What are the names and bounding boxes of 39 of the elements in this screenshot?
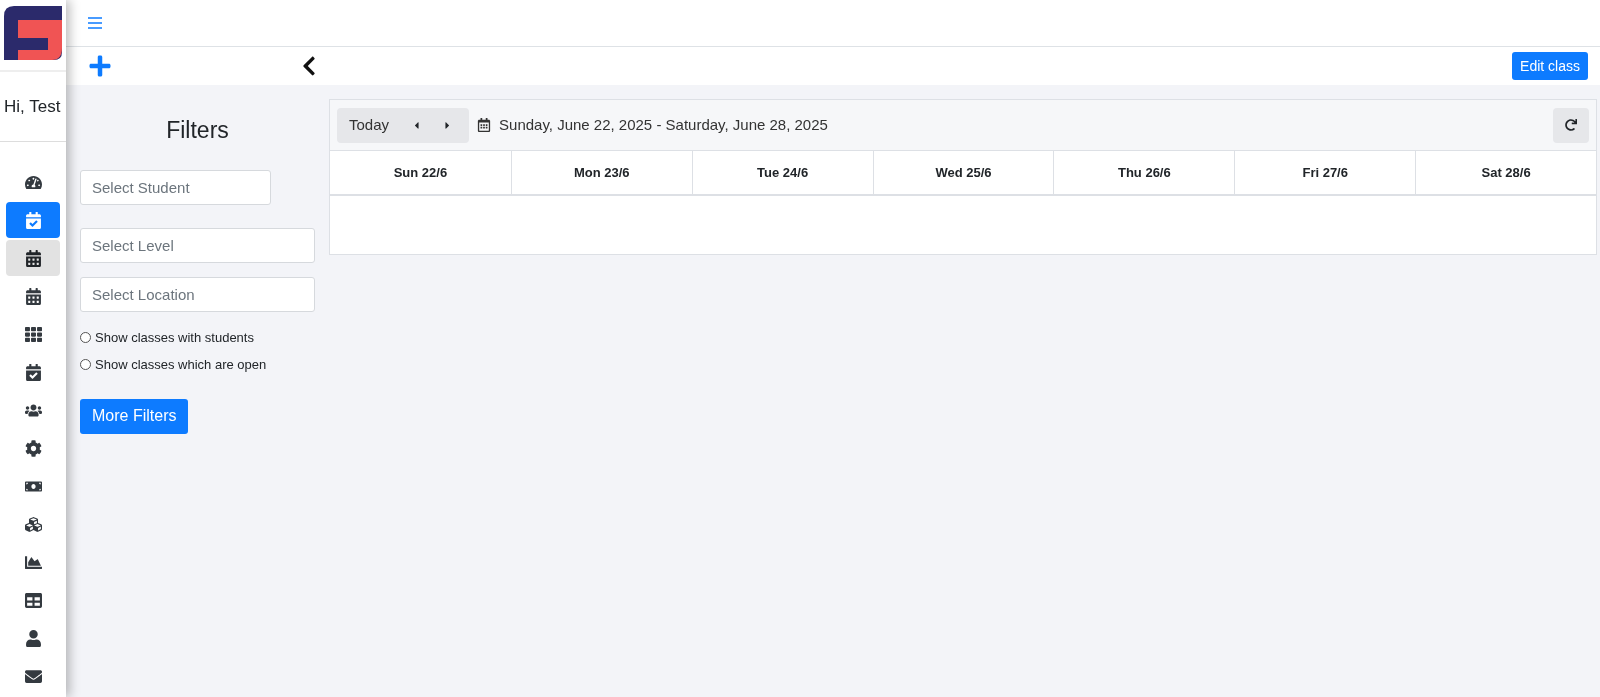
filter-field[interactable]: Select Level bbox=[80, 227, 315, 263]
more-filters-button[interactable]: More Filters bbox=[80, 398, 189, 434]
calendar-icon bbox=[24, 287, 42, 305]
date-range: Sunday, June 22, 2025 - Saturday, June 28, 2025 bbox=[499, 114, 828, 135]
day-header: Sun 22/6 bbox=[392, 163, 449, 182]
table-icon bbox=[24, 591, 42, 609]
radio-button[interactable] bbox=[80, 359, 91, 371]
calendar-icon bbox=[24, 249, 42, 267]
calendar-icon bbox=[477, 118, 492, 132]
user-icon bbox=[24, 629, 42, 647]
radio-label: Show classes with students bbox=[95, 328, 254, 347]
gauge-icon bbox=[24, 173, 42, 191]
greeting: Hi, Test bbox=[3, 95, 61, 118]
envelope-icon bbox=[24, 667, 42, 685]
day-header: Mon 23/6 bbox=[510, 151, 692, 194]
radio-button[interactable] bbox=[80, 331, 91, 343]
day-header: Wed 25/6 bbox=[872, 151, 1054, 194]
today-button[interactable]: Today bbox=[337, 113, 402, 137]
edit-class-button[interactable]: Edit class bbox=[1512, 52, 1588, 80]
filter-field[interactable]: Select Student bbox=[80, 169, 271, 205]
refresh-button[interactable] bbox=[1553, 107, 1589, 143]
day-header: Fri 27/6 bbox=[1234, 151, 1416, 194]
day-header: Tue 24/6 bbox=[691, 151, 873, 194]
calendar-check-icon bbox=[24, 211, 42, 229]
menu-icon[interactable] bbox=[88, 17, 102, 29]
radio-label: Show classes which are open bbox=[95, 356, 267, 374]
logo[interactable] bbox=[4, 6, 62, 60]
nav-item[interactable] bbox=[6, 240, 60, 276]
day-header: Thu 26/6 bbox=[1053, 151, 1235, 194]
refresh-icon bbox=[1565, 119, 1577, 131]
filter-field[interactable]: Select Location bbox=[80, 276, 315, 312]
area-chart-icon bbox=[24, 553, 42, 571]
calendar-check-icon bbox=[24, 363, 42, 381]
grid-icon bbox=[24, 325, 42, 343]
cubes-icon bbox=[24, 515, 42, 533]
day-header: Sat 28/6 bbox=[1415, 151, 1596, 194]
settings-icon bbox=[24, 439, 42, 457]
add-button[interactable] bbox=[88, 54, 112, 78]
filters-title: Filters bbox=[165, 116, 230, 145]
